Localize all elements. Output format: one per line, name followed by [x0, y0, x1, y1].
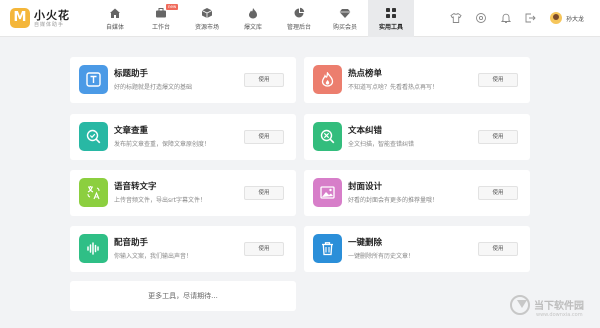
tool-card-speech-to-text: 语音转文字 上传音频文件，导出srt字幕文件！ 使用 [70, 170, 296, 216]
user-menu[interactable]: 孙大龙 [550, 11, 584, 25]
text-title-icon [86, 72, 101, 87]
tool-description: 不知道写点啥？先看看热点再写！ [348, 84, 439, 91]
tool-description: 你输入文案，我们输出声音！ [114, 253, 193, 260]
flame-icon [249, 8, 257, 19]
watermark-logo-icon [510, 295, 530, 315]
avatar [550, 12, 562, 24]
tool-card-text-correction: 文本纠错 全文扫描，智能查错纠错 使用 [304, 114, 530, 160]
tool-description: 上传音频文件，导出srt字幕文件！ [114, 197, 206, 204]
use-button[interactable]: 使用 [244, 130, 284, 144]
flame-icon [321, 72, 334, 87]
app-subtitle: 自媒体助手 [34, 22, 65, 28]
nav-item-tools[interactable]: 实用工具 [368, 0, 414, 37]
use-button[interactable]: 使用 [244, 73, 284, 87]
tool-title: 一键删除 [348, 238, 383, 248]
more-tools-note: 更多工具，尽请期待... [70, 281, 296, 311]
tool-title: 文章查重 [114, 126, 149, 136]
app-logo[interactable]: M 小火花 自媒体助手 [10, 6, 90, 32]
trash-icon [322, 242, 333, 256]
nav-label: 资源市场 [194, 24, 219, 31]
tool-icon-tile [313, 122, 342, 151]
use-button[interactable]: 使用 [478, 130, 518, 144]
nav-item-workbench[interactable]: new 工作台 [138, 0, 184, 37]
search-check-icon [86, 129, 101, 144]
tool-icon-tile [79, 234, 108, 263]
nav-label: 实用工具 [378, 24, 403, 31]
nav-item-admin[interactable]: 管理后台 [276, 0, 322, 37]
tool-description: 好的标题就是打造爆文的基础 [114, 84, 193, 91]
tool-icon-tile [79, 178, 108, 207]
tool-description: 一键删除所有历史文章！ [348, 253, 415, 260]
tool-card-dubbing-assistant: 配音助手 你输入文案，我们输出声音！ 使用 [70, 226, 296, 272]
home-icon [110, 8, 120, 18]
bell-icon[interactable] [500, 12, 512, 24]
use-button[interactable]: 使用 [478, 73, 518, 87]
tool-title: 文本纠错 [348, 126, 383, 136]
tool-icon-tile [313, 178, 342, 207]
tool-card-hot-list: 热点榜单 不知道写点啥？先看看热点再写！ 使用 [304, 57, 530, 103]
settings-icon[interactable] [475, 12, 487, 24]
diamond-icon [339, 9, 351, 18]
site-watermark: 当下软件园 www.downxia.com [510, 291, 596, 323]
user-name: 孙大龙 [566, 15, 585, 23]
shirt-icon[interactable] [450, 12, 462, 24]
use-button[interactable]: 使用 [478, 242, 518, 256]
tool-icon-tile [79, 122, 108, 151]
grid-icon [386, 8, 396, 18]
tool-card-bulk-delete: 一键删除 一键删除所有历史文章！ 使用 [304, 226, 530, 272]
tool-title: 语音转文字 [114, 182, 157, 192]
tool-title: 热点榜单 [348, 69, 383, 79]
tool-description: 好看的封面会有更多的推荐量哦！ [348, 197, 439, 204]
new-badge: new [166, 4, 179, 10]
nav-item-viral-library[interactable]: 爆文库 [230, 0, 276, 37]
nav-label: 自媒体 [105, 24, 124, 31]
image-icon [320, 186, 335, 199]
tool-title: 配音助手 [114, 238, 149, 248]
tool-title: 标题助手 [114, 69, 149, 79]
use-button[interactable]: 使用 [244, 186, 284, 200]
audio-wave-icon [87, 242, 99, 255]
nav-label: 购买会员 [332, 24, 357, 31]
watermark-url: www.downxia.com [536, 312, 583, 318]
tool-icon-tile [79, 65, 108, 94]
tool-card-duplicate-check: 文章查重 发布前文章查重，保障文章原创度！ 使用 [70, 114, 296, 160]
tools-panel: 标题助手 好的标题就是打造爆文的基础 使用 热点榜单 不知道写点啥？先看看热点再… [0, 37, 600, 328]
tool-card-cover-design: 封面设计 好看的封面会有更多的推荐量哦！ 使用 [304, 170, 530, 216]
zoom-plus-icon [320, 129, 335, 144]
logo-mark: M [10, 8, 30, 28]
top-bar: M 小火花 自媒体助手 自媒体 new 工作台 资源市场 爆文库 管理后台 购买… [0, 0, 600, 37]
tool-description: 发布前文章查重，保障文章原创度！ [114, 141, 211, 148]
tool-card-title-assistant: 标题助手 好的标题就是打造爆文的基础 使用 [70, 57, 296, 103]
translate-icon [87, 186, 100, 200]
main-nav: 自媒体 new 工作台 资源市场 爆文库 管理后台 购买会员 实用工具 [92, 0, 414, 37]
cube-icon [201, 8, 213, 18]
nav-item-media[interactable]: 自媒体 [92, 0, 138, 37]
nav-item-resources[interactable]: 资源市场 [184, 0, 230, 37]
tool-title: 封面设计 [348, 182, 383, 192]
nav-label: 爆文库 [243, 24, 262, 31]
use-button[interactable]: 使用 [244, 242, 284, 256]
watermark-text: 当下软件园 [534, 301, 584, 312]
use-button[interactable]: 使用 [478, 186, 518, 200]
nav-label: 工作台 [151, 24, 170, 31]
nav-label: 管理后台 [286, 24, 311, 31]
tool-icon-tile [313, 234, 342, 263]
pie-chart-icon [294, 7, 305, 18]
logout-icon[interactable] [524, 12, 536, 24]
nav-item-membership[interactable]: 购买会员 [322, 0, 368, 37]
tool-icon-tile [313, 65, 342, 94]
tool-description: 全文扫描，智能查错纠错 [348, 141, 415, 148]
